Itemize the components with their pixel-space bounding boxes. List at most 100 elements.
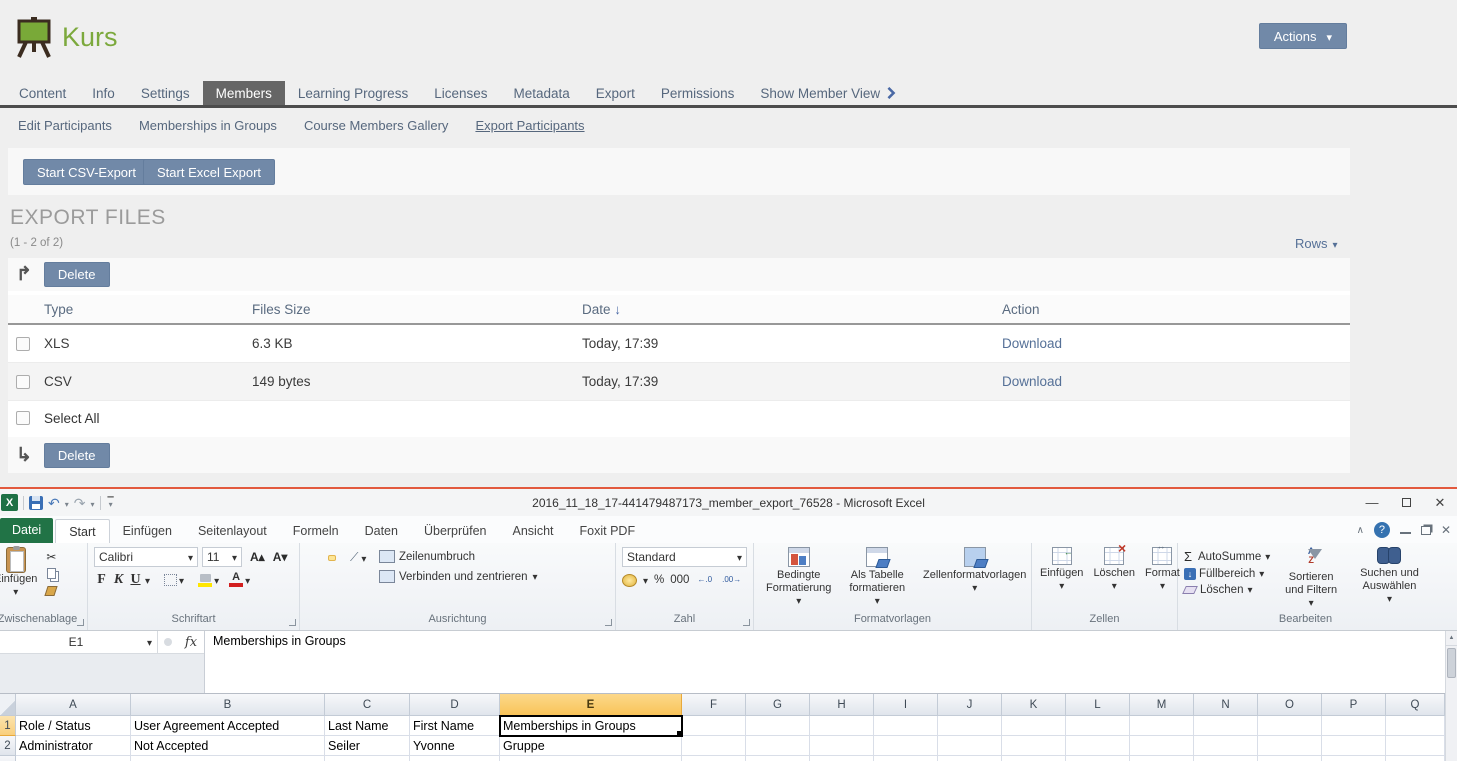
undo-chevron-icon[interactable] — [65, 496, 69, 510]
col-header-j[interactable]: J — [938, 694, 1002, 716]
decrease-indent-icon[interactable] — [350, 571, 358, 577]
tab-show-member-view[interactable]: Show Member View — [747, 81, 909, 105]
col-header-f[interactable]: F — [682, 694, 746, 716]
cell[interactable] — [16, 756, 131, 761]
cell-d2[interactable]: Yvonne — [410, 736, 500, 756]
align-right-icon[interactable] — [328, 571, 336, 577]
number-format-select[interactable]: Standard — [622, 547, 747, 567]
redo-chevron-icon[interactable] — [90, 496, 94, 510]
cell[interactable] — [1322, 756, 1386, 761]
workbook-restore-icon[interactable] — [1421, 526, 1431, 535]
row-header-2[interactable]: 2 — [0, 736, 16, 756]
cell[interactable] — [1130, 716, 1194, 736]
ribbon-tab-datei[interactable]: Datei — [0, 518, 53, 543]
scrollbar-thumb[interactable] — [1447, 648, 1456, 678]
cell[interactable] — [1066, 736, 1130, 756]
font-size-select[interactable]: 11 — [202, 547, 242, 567]
cell-b1[interactable]: User Agreement Accepted — [131, 716, 325, 736]
ribbon-tab-start[interactable]: Start — [55, 519, 109, 543]
italic-button[interactable]: K — [111, 572, 126, 588]
delete-button-top[interactable]: Delete — [44, 262, 110, 287]
ribbon-tab-ueberpruefen[interactable]: Überprüfen — [411, 519, 500, 543]
format-painter-icon[interactable] — [43, 583, 59, 598]
save-icon[interactable] — [29, 496, 43, 510]
paste-button[interactable]: Einfügen — [0, 547, 37, 613]
cell[interactable] — [746, 716, 810, 736]
orientation-chevron-icon[interactable] — [361, 551, 366, 565]
align-left-icon[interactable] — [306, 571, 314, 577]
increase-decimal-icon[interactable]: ←.0 — [695, 575, 714, 585]
col-header-k[interactable]: K — [1002, 694, 1066, 716]
cut-icon[interactable]: ✂ — [43, 549, 59, 564]
comma-style-button[interactable]: 000 — [670, 574, 689, 586]
ribbon-tab-einfuegen[interactable]: Einfügen — [110, 519, 185, 543]
cell[interactable] — [1386, 716, 1445, 736]
dialog-launcher-icon[interactable] — [743, 619, 750, 626]
cell[interactable] — [1066, 716, 1130, 736]
delete-button-bottom[interactable]: Delete — [44, 443, 110, 468]
subtab-course-members-gallery[interactable]: Course Members Gallery — [304, 118, 449, 133]
col-header-o[interactable]: O — [1258, 694, 1322, 716]
cell[interactable] — [938, 716, 1002, 736]
cell[interactable] — [1002, 736, 1066, 756]
tab-licenses[interactable]: Licenses — [421, 81, 500, 105]
cell[interactable] — [1386, 736, 1445, 756]
cell[interactable] — [1130, 756, 1194, 761]
borders-icon[interactable] — [164, 574, 177, 586]
cell-a2[interactable]: Administrator — [16, 736, 131, 756]
cell[interactable] — [1386, 756, 1445, 761]
row-header-3[interactable] — [0, 756, 16, 761]
dialog-launcher-icon[interactable] — [289, 619, 296, 626]
cell[interactable] — [1322, 736, 1386, 756]
font-color-chevron-icon[interactable] — [245, 573, 250, 587]
cell[interactable] — [1258, 716, 1322, 736]
actions-button[interactable]: Actions — [1259, 23, 1347, 49]
download-link[interactable]: Download — [1002, 336, 1350, 351]
select-all-checkbox[interactable] — [16, 411, 30, 425]
align-bottom-icon[interactable] — [328, 555, 336, 561]
rows-dropdown[interactable]: Rows — [1295, 236, 1338, 251]
col-header-b[interactable]: B — [131, 694, 325, 716]
row-checkbox[interactable] — [16, 375, 30, 389]
col-header-h[interactable]: H — [810, 694, 874, 716]
find-select-button[interactable]: Suchen und Auswählen — [1352, 547, 1427, 613]
help-icon[interactable]: ? — [1374, 522, 1390, 538]
col-header-q[interactable]: Q — [1386, 694, 1445, 716]
start-excel-export-button[interactable]: Start Excel Export — [143, 159, 275, 185]
col-header-m[interactable]: M — [1130, 694, 1194, 716]
cell[interactable] — [410, 756, 500, 761]
font-color-icon[interactable]: A — [229, 573, 243, 587]
cell[interactable] — [874, 756, 938, 761]
percent-style-button[interactable]: % — [654, 574, 664, 586]
collapse-ribbon-icon[interactable]: ∧ — [1357, 525, 1364, 536]
insert-function-icon[interactable]: fx — [178, 631, 204, 653]
column-type[interactable]: Type — [44, 302, 252, 317]
cell[interactable] — [1258, 736, 1322, 756]
minimize-button[interactable]: — — [1355, 489, 1389, 516]
fill-button[interactable]: ↓ Füllbereich — [1184, 568, 1270, 580]
tab-members[interactable]: Members — [203, 81, 285, 105]
cell[interactable] — [810, 736, 874, 756]
cell[interactable] — [810, 756, 874, 761]
insert-cells-button[interactable]: Einfügen — [1038, 547, 1085, 613]
orientation-icon[interactable]: ⟋ — [350, 550, 358, 565]
increase-indent-icon[interactable] — [361, 571, 369, 577]
tab-info[interactable]: Info — [79, 81, 128, 105]
grow-font-icon[interactable]: A▴ — [250, 550, 265, 564]
fill-color-chevron-icon[interactable] — [214, 573, 219, 587]
cell-e1-selected[interactable]: Memberships in Groups — [500, 716, 682, 736]
col-header-c[interactable]: C — [325, 694, 410, 716]
col-header-p[interactable]: P — [1322, 694, 1386, 716]
dialog-launcher-icon[interactable] — [605, 619, 612, 626]
col-header-n[interactable]: N — [1194, 694, 1258, 716]
cell[interactable] — [1194, 756, 1258, 761]
cell-b2[interactable]: Not Accepted — [131, 736, 325, 756]
clear-button[interactable]: Löschen — [1184, 584, 1270, 596]
cell[interactable] — [1258, 756, 1322, 761]
tab-settings[interactable]: Settings — [128, 81, 203, 105]
cell-c1[interactable]: Last Name — [325, 716, 410, 736]
cell[interactable] — [1194, 716, 1258, 736]
subtab-memberships-in-groups[interactable]: Memberships in Groups — [139, 118, 277, 133]
cell-d1[interactable]: First Name — [410, 716, 500, 736]
cell[interactable] — [500, 756, 682, 761]
